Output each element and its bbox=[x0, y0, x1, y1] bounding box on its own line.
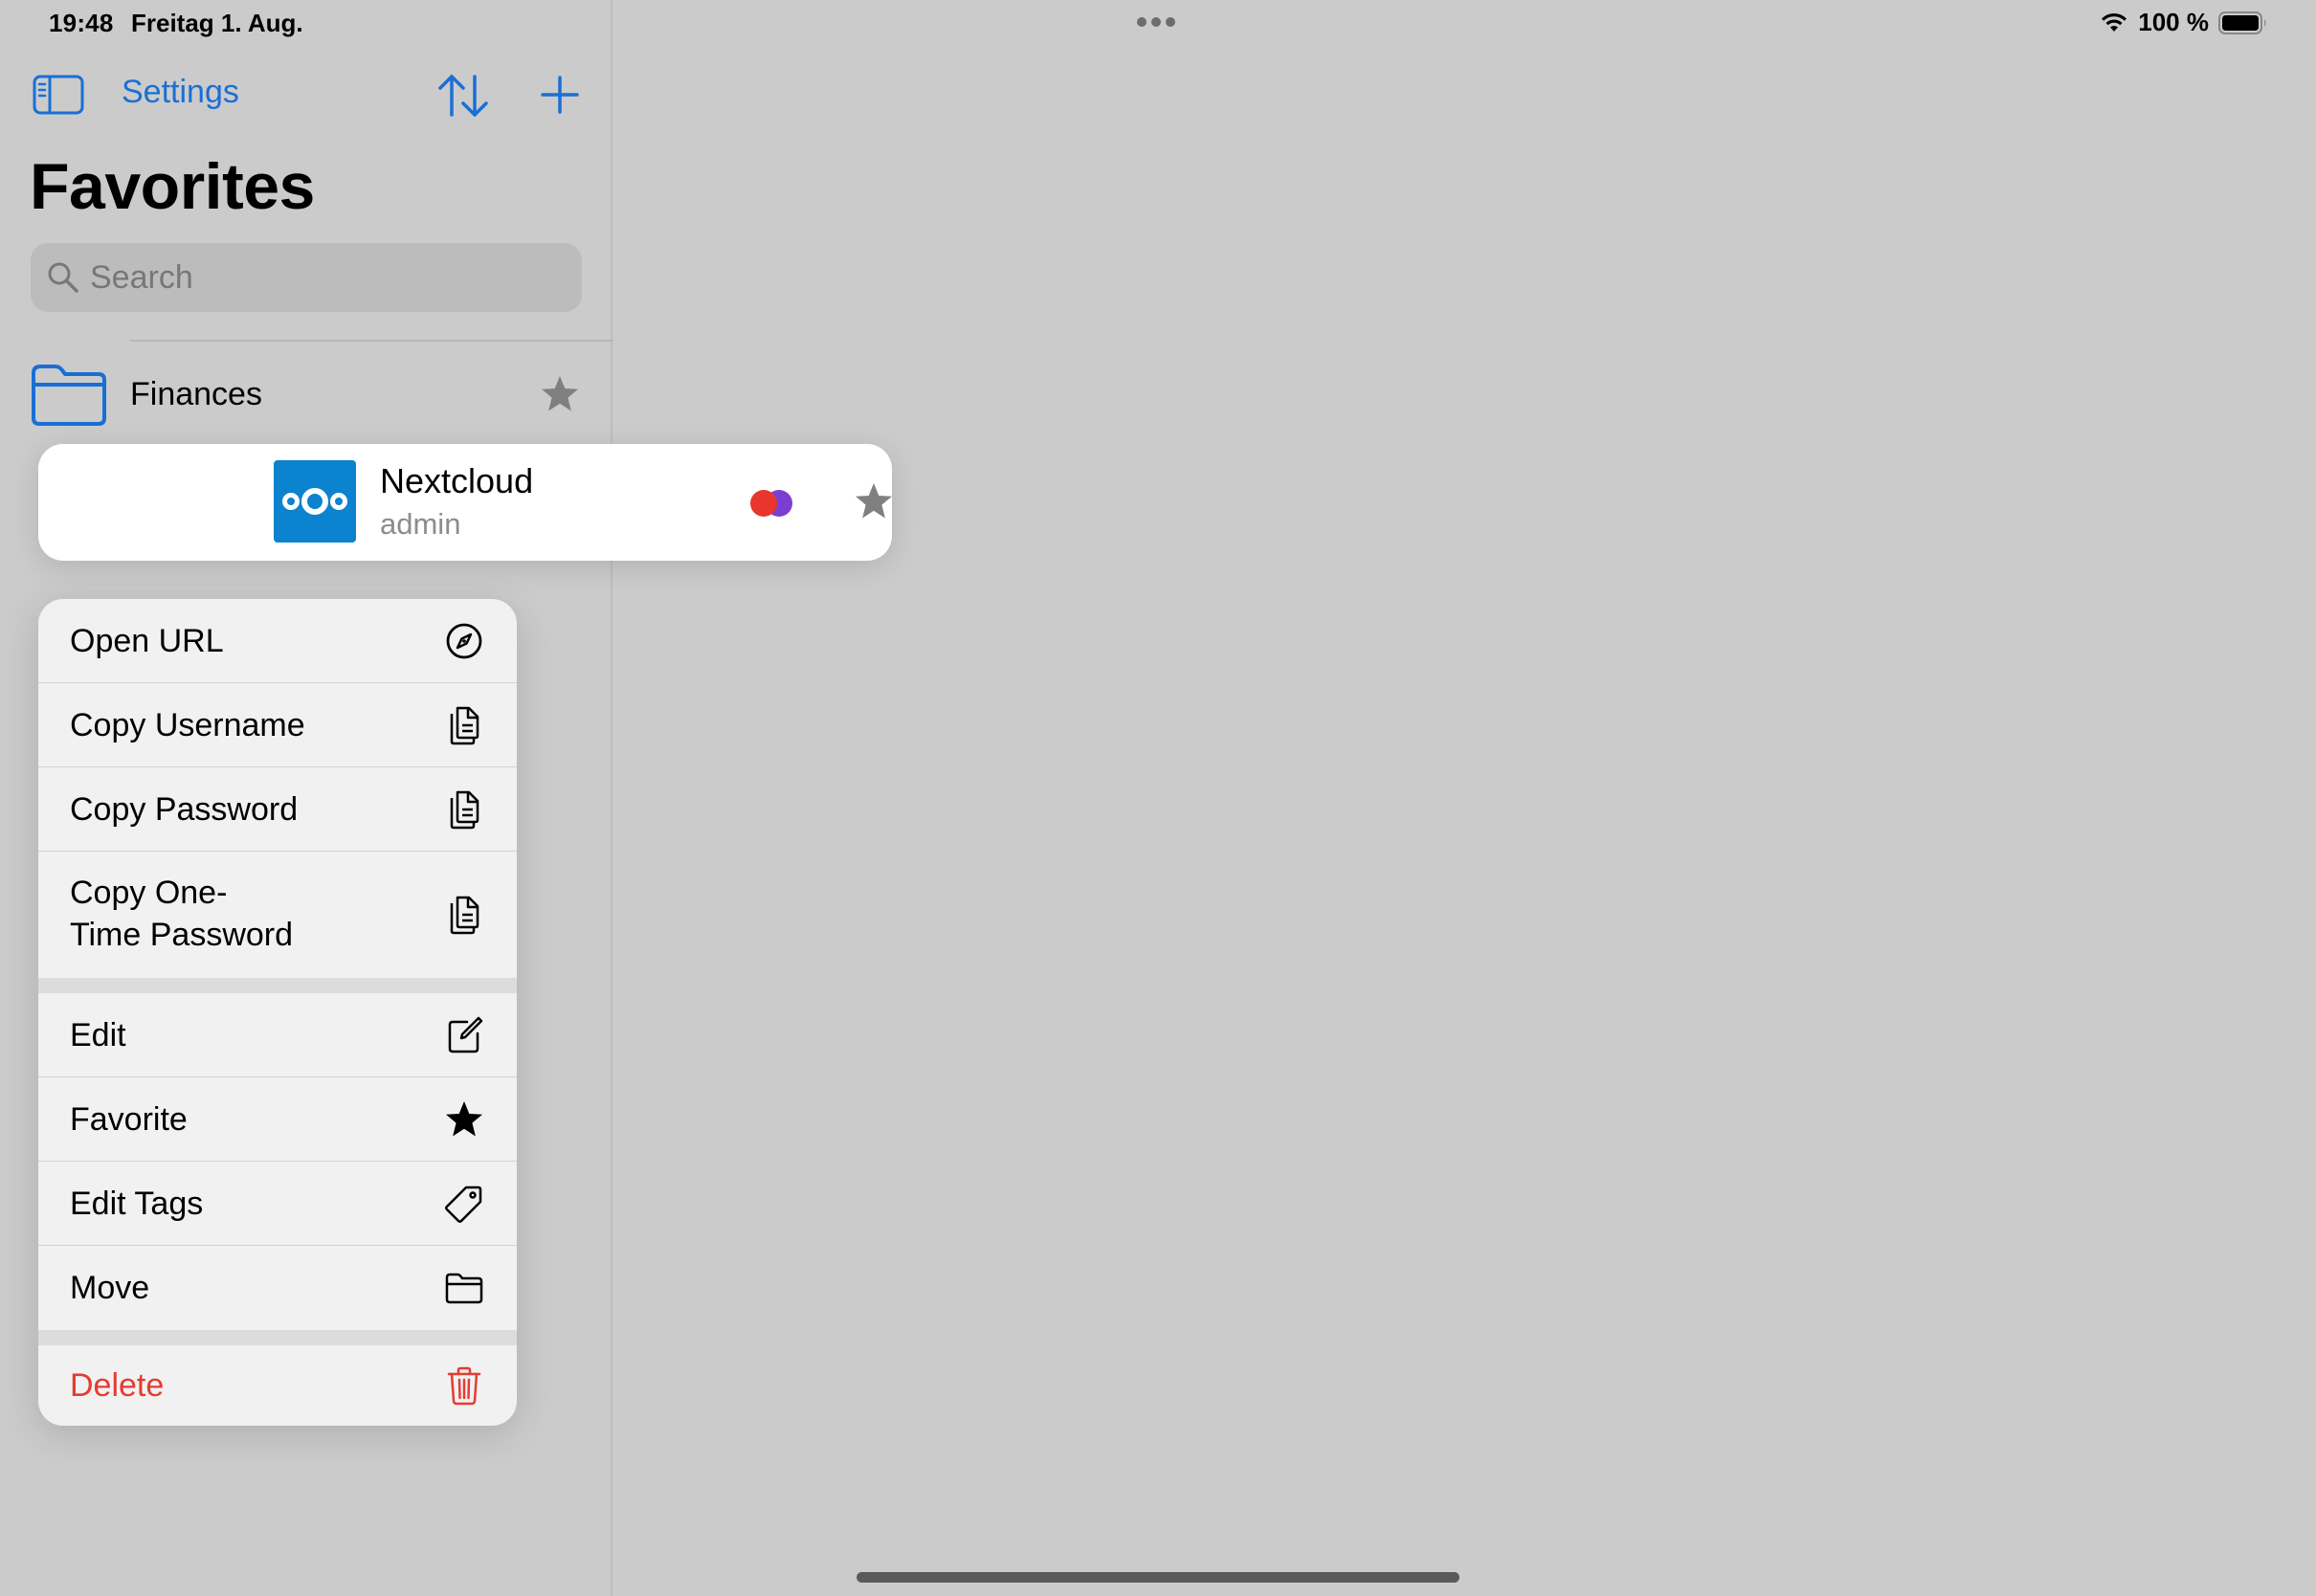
search-input[interactable] bbox=[90, 243, 568, 312]
star-icon bbox=[854, 482, 894, 521]
entry-title: Nextcloud bbox=[380, 461, 534, 500]
menu-item-copy-password[interactable]: Copy Password bbox=[38, 767, 517, 852]
trash-icon bbox=[444, 1365, 484, 1406]
copy-icon bbox=[444, 705, 484, 745]
add-icon[interactable] bbox=[540, 75, 580, 115]
menu-item-label: Edit bbox=[70, 1017, 126, 1053]
star-filled-icon bbox=[444, 1099, 484, 1140]
copy-icon bbox=[444, 789, 484, 830]
menu-item-copy-otp[interactable]: Copy One- Time Password bbox=[38, 852, 517, 978]
menu-item-move[interactable]: Move bbox=[38, 1246, 517, 1330]
menu-section-separator bbox=[38, 978, 517, 993]
menu-item-favorite[interactable]: Favorite bbox=[38, 1077, 517, 1162]
menu-item-label: Move bbox=[70, 1270, 150, 1306]
menu-item-label: Copy One- Time Password bbox=[70, 875, 294, 953]
menu-item-open-url[interactable]: Open URL bbox=[38, 599, 517, 683]
menu-section-separator bbox=[38, 1330, 517, 1345]
menu-item-label: Copy Username bbox=[70, 707, 305, 743]
star-icon bbox=[540, 375, 580, 413]
menu-item-copy-username[interactable]: Copy Username bbox=[38, 683, 517, 767]
multitasking-dots-icon[interactable] bbox=[1137, 17, 1175, 27]
context-menu: Open URL Copy Username Copy Password Cop… bbox=[38, 599, 517, 1426]
edit-icon bbox=[444, 1015, 484, 1055]
menu-item-label: Favorite bbox=[70, 1101, 188, 1138]
folder-icon bbox=[444, 1268, 484, 1308]
menu-item-label: Delete bbox=[70, 1367, 165, 1404]
menu-item-label: Edit Tags bbox=[70, 1186, 204, 1222]
copy-icon bbox=[444, 895, 484, 935]
menu-item-edit[interactable]: Edit bbox=[38, 993, 517, 1077]
entry-preview-card: Nextcloud admin bbox=[38, 444, 892, 561]
compass-icon bbox=[444, 621, 484, 661]
menu-item-edit-tags[interactable]: Edit Tags bbox=[38, 1162, 517, 1246]
divider bbox=[130, 340, 612, 342]
entry-username: admin bbox=[380, 507, 461, 541]
sidebar-toggle-icon[interactable] bbox=[33, 75, 84, 115]
folder-label: Finances bbox=[130, 376, 262, 412]
tag-dots-icon bbox=[746, 488, 800, 519]
folder-icon bbox=[30, 362, 108, 427]
status-indicators: 100 % bbox=[2100, 8, 2268, 37]
list-item-folder[interactable]: Finances bbox=[0, 344, 612, 440]
menu-item-delete[interactable]: Delete bbox=[38, 1345, 517, 1426]
settings-button[interactable]: Settings bbox=[122, 74, 239, 111]
menu-item-label: Open URL bbox=[70, 623, 224, 659]
search-field[interactable] bbox=[31, 243, 582, 312]
battery-percent: 100 % bbox=[2138, 8, 2209, 36]
battery-icon bbox=[2218, 11, 2268, 35]
page-title: Favorites bbox=[30, 150, 315, 223]
nextcloud-logo-icon bbox=[274, 460, 356, 543]
menu-item-label: Copy Password bbox=[70, 791, 299, 828]
tag-icon bbox=[444, 1184, 484, 1224]
home-indicator[interactable] bbox=[857, 1572, 1459, 1583]
search-icon bbox=[46, 260, 80, 295]
sort-icon[interactable] bbox=[436, 73, 490, 119]
wifi-icon bbox=[2100, 11, 2128, 34]
